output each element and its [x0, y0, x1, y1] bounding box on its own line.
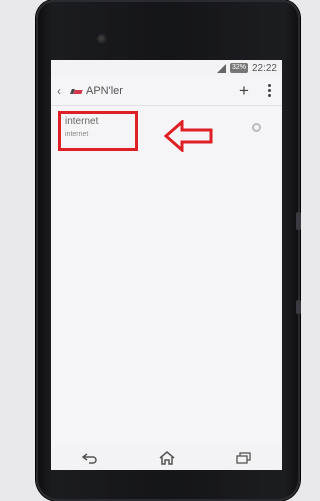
highlight-box — [58, 111, 138, 151]
back-nav-icon[interactable] — [70, 445, 110, 470]
more-icon[interactable] — [262, 84, 276, 97]
volume-key — [296, 300, 301, 314]
recent-apps-icon[interactable] — [224, 445, 264, 470]
signal-icon — [216, 63, 226, 73]
screen: 32% 22:22 ‹ APN'ler + internet internet — [51, 60, 282, 470]
battery-indicator: 32% — [229, 63, 248, 73]
back-icon[interactable]: ‹ — [57, 84, 67, 98]
navigation-bar — [51, 445, 282, 470]
home-icon[interactable] — [147, 445, 187, 470]
left-arrow-icon — [164, 120, 213, 152]
clock: 22:22 — [251, 62, 277, 74]
action-bar: ‹ APN'ler + — [51, 76, 282, 106]
power-key — [296, 212, 301, 230]
status-bar: 32% 22:22 — [51, 60, 282, 76]
apn-app-icon — [71, 88, 83, 94]
apn-radio-button[interactable] — [252, 123, 261, 132]
front-camera — [97, 34, 108, 45]
add-apn-button[interactable]: + — [232, 82, 256, 99]
page-title: APN'ler — [86, 84, 123, 97]
